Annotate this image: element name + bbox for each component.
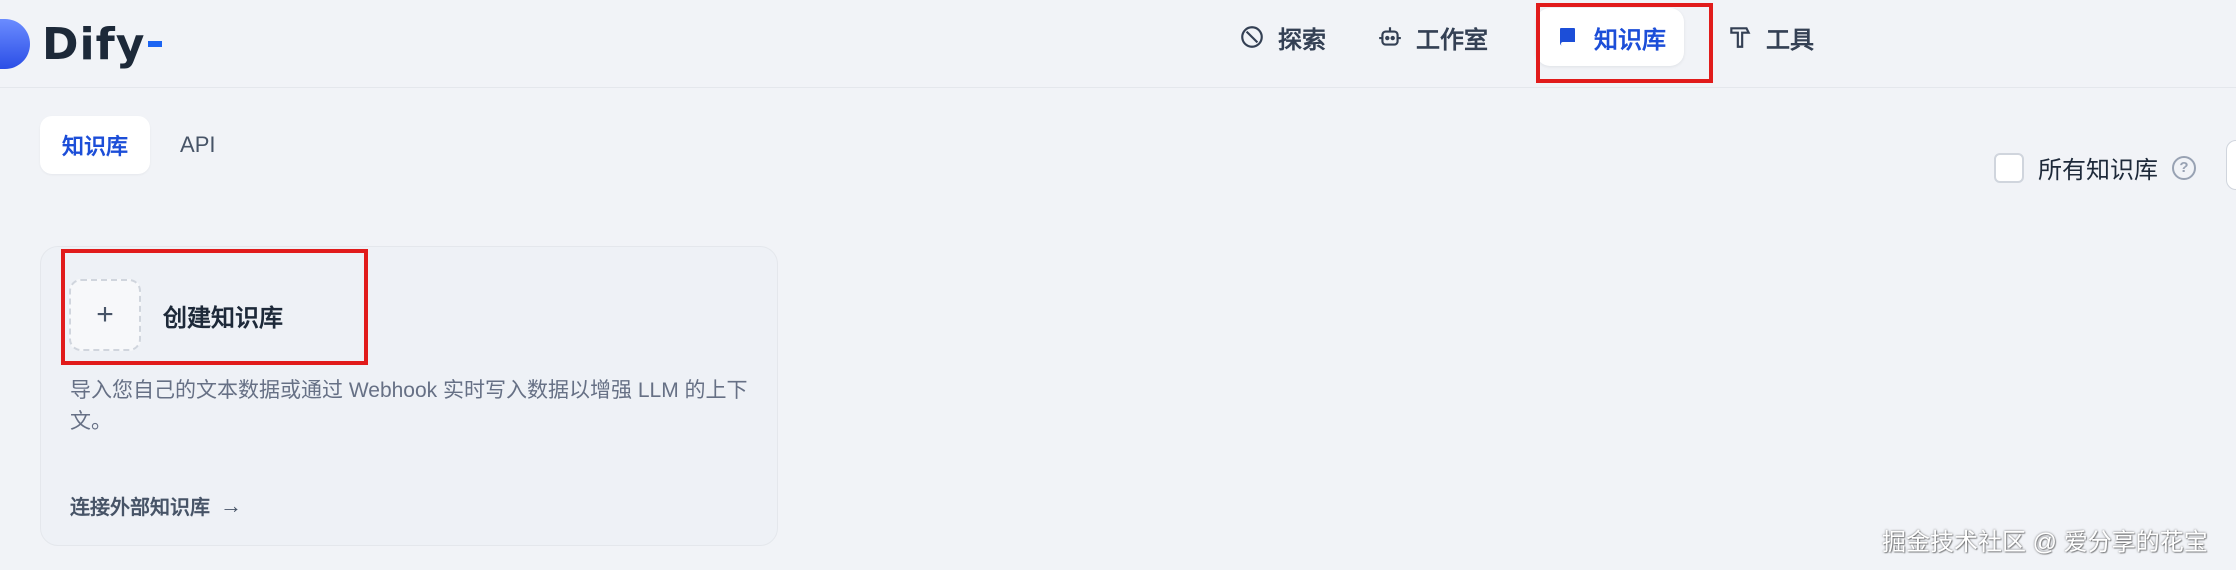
watermark: 掘金技术社区 @ 爱分享的花宝 xyxy=(1882,529,2208,556)
search-input-edge[interactable] xyxy=(2226,140,2236,190)
nav-studio-label: 工作室 xyxy=(1416,26,1488,54)
page: Dify 探索 工作室 知识库 工具 知识库 API 所有知识库 ? + 创建知… xyxy=(0,0,2236,570)
nav-tools[interactable]: 工具 xyxy=(1708,8,1832,66)
nav-explore[interactable]: 探索 xyxy=(1220,8,1344,66)
top-header: Dify 探索 工作室 知识库 工具 xyxy=(0,0,2236,88)
all-knowledge-filter: 所有知识库 ? xyxy=(1994,150,2196,185)
tab-knowledge[interactable]: 知识库 xyxy=(40,116,151,174)
connect-external-label: 连接外部知识库 xyxy=(70,497,210,519)
logo-cursor xyxy=(148,41,163,47)
arrow-right-icon: → xyxy=(220,492,242,518)
main-nav: 探索 工作室 知识库 工具 xyxy=(1220,8,1846,66)
nav-tools-label: 工具 xyxy=(1766,26,1814,54)
logo-text: Dify xyxy=(42,18,146,70)
compass-icon xyxy=(1238,23,1266,51)
sub-tabs: 知识库 API xyxy=(40,116,245,174)
tab-api[interactable]: API xyxy=(158,116,237,174)
card-description: 导入您自己的文本数据或通过 Webhook 实时写入数据以增强 LLM 的上下文… xyxy=(70,379,748,433)
all-knowledge-checkbox[interactable] xyxy=(1994,152,2024,183)
all-knowledge-label[interactable]: 所有知识库 xyxy=(2038,150,2158,185)
logo-mark-icon xyxy=(0,19,30,69)
highlight-box-create xyxy=(61,249,368,365)
highlight-box-nav xyxy=(1536,3,1713,83)
robot-icon xyxy=(1376,23,1404,51)
logo[interactable]: Dify xyxy=(0,14,163,74)
question-circle-icon[interactable]: ? xyxy=(2172,155,2196,180)
hammer-icon xyxy=(1726,23,1754,51)
nav-explore-label: 探索 xyxy=(1278,26,1326,54)
nav-studio[interactable]: 工作室 xyxy=(1358,8,1506,66)
connect-external-knowledge-link[interactable]: 连接外部知识库 → xyxy=(70,491,242,520)
